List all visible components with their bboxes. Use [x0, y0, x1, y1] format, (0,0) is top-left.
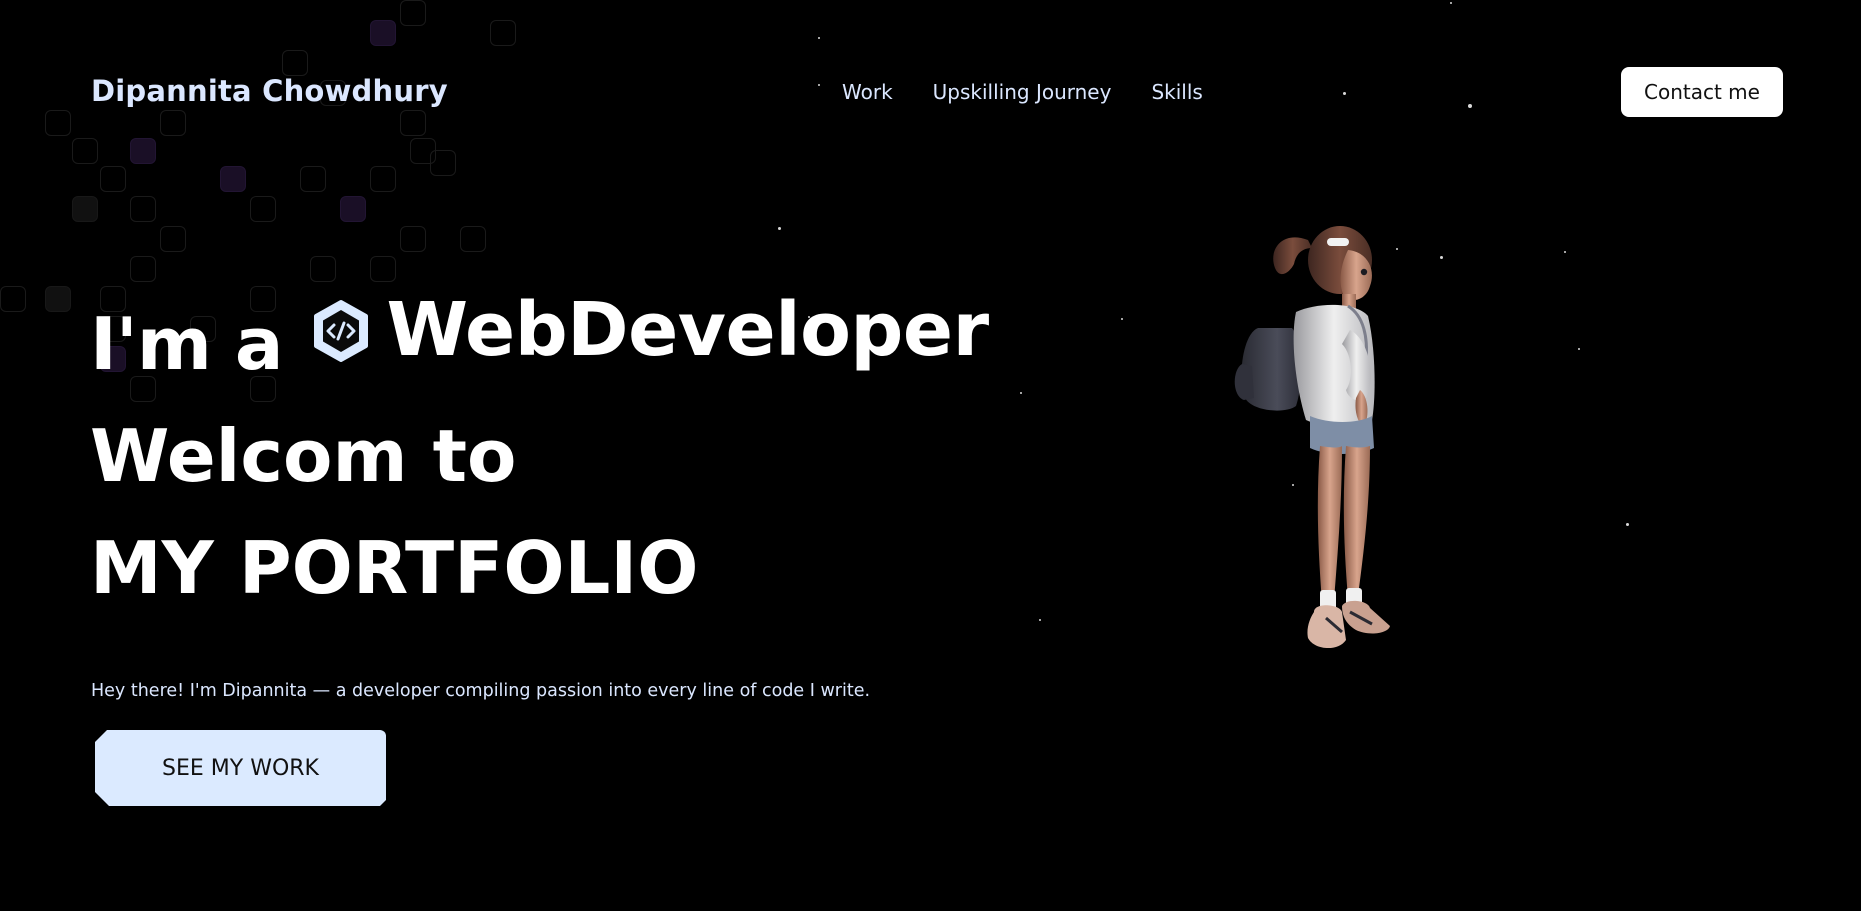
contact-me-button[interactable]: Contact me: [1621, 67, 1783, 117]
hero-role: WebDeveloper: [386, 287, 990, 373]
grid-square: [45, 286, 71, 312]
star: [1121, 318, 1123, 320]
star: [1468, 104, 1472, 108]
grid-square: [370, 256, 396, 282]
grid-square: [370, 20, 396, 46]
hero-prefix: I'm a: [90, 302, 284, 386]
grid-square: [300, 166, 326, 192]
star: [1564, 251, 1566, 253]
grid-square: [160, 226, 186, 252]
grid-square: [400, 110, 426, 136]
star: [1440, 256, 1443, 259]
grid-square: [130, 256, 156, 282]
grid-square: [460, 226, 486, 252]
star: [1450, 2, 1452, 4]
grid-square: [430, 150, 456, 176]
portfolio-page: Dipannita Chowdhury Work Upskilling Jour…: [0, 0, 1861, 911]
nav-item-skills[interactable]: Skills: [1151, 80, 1202, 104]
grid-square: [490, 20, 516, 46]
star: [1039, 619, 1041, 621]
grid-square: [310, 256, 336, 282]
grid-square: [282, 50, 308, 76]
grid-square: [130, 138, 156, 164]
grid-square: [72, 138, 98, 164]
hero-tagline: Hey there! I'm Dipannita — a developer c…: [91, 680, 871, 701]
hair-ponytail: [1273, 237, 1312, 275]
hero-heading-line-2: Welcom to: [90, 414, 517, 498]
grid-square: [72, 196, 98, 222]
hero-heading-line-1: I'm a WebDeveloper: [90, 293, 989, 386]
hero-heading-line-3: MY PORTFOLIO: [90, 526, 699, 610]
nav-item-work[interactable]: Work: [842, 80, 893, 104]
shoe-right: [1342, 600, 1390, 634]
grid-square: [100, 166, 126, 192]
star: [1020, 392, 1022, 394]
star: [818, 84, 820, 86]
grid-square: [340, 196, 366, 222]
site-logo[interactable]: Dipannita Chowdhury: [91, 74, 448, 108]
grid-square: [45, 110, 71, 136]
star: [1626, 523, 1629, 526]
star: [818, 37, 820, 39]
character-illustration: [1230, 220, 1430, 700]
grid-square: [400, 226, 426, 252]
grid-square: [220, 166, 246, 192]
grid-square: [370, 166, 396, 192]
grid-square: [400, 0, 426, 26]
shoe-left: [1307, 605, 1346, 649]
star: [778, 227, 781, 230]
grid-square: [130, 196, 156, 222]
grid-square: [160, 110, 186, 136]
main-nav: Work Upskilling Journey Skills: [842, 80, 1203, 104]
grid-square: [0, 286, 26, 312]
nav-item-upskilling-journey[interactable]: Upskilling Journey: [933, 80, 1112, 104]
star: [1343, 92, 1346, 95]
grid-square: [250, 196, 276, 222]
star: [1578, 348, 1580, 350]
code-icon: [309, 299, 373, 363]
see-my-work-button[interactable]: SEE MY WORK: [95, 730, 386, 806]
